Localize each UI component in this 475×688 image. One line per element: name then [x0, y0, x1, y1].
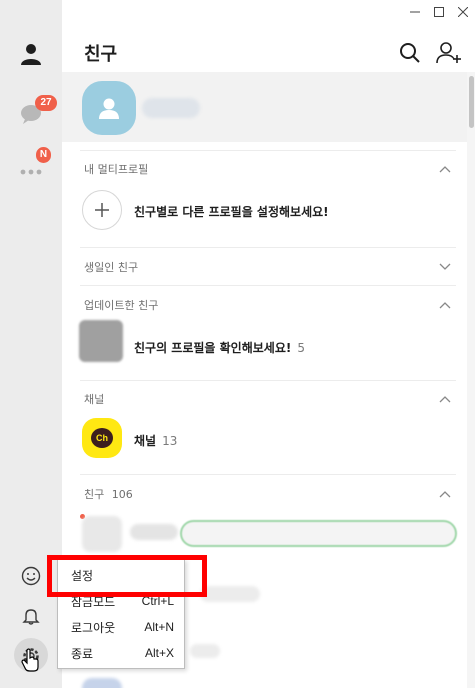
menu-item-exit[interactable]: 종료 Alt+X	[58, 640, 184, 666]
chevron-up-icon[interactable]	[439, 395, 451, 403]
chevron-up-icon[interactable]	[439, 165, 451, 173]
friends-count: 106	[111, 488, 133, 501]
smile-icon	[21, 566, 41, 586]
friends-title: 친구	[84, 488, 105, 501]
friend-name-blurred	[130, 524, 178, 540]
add-multi-profile-button[interactable]	[82, 190, 122, 230]
close-button[interactable]	[451, 2, 475, 22]
emoticon-button[interactable]	[11, 556, 51, 596]
channel-logo: Ch	[91, 428, 113, 448]
add-friend-button[interactable]	[436, 40, 462, 66]
chevron-up-icon[interactable]	[439, 490, 451, 498]
friend-status-pill	[180, 520, 457, 547]
channel-row-count: 13	[162, 434, 178, 448]
chevron-up-icon[interactable]	[439, 301, 451, 309]
updated-row-count: 5	[297, 341, 305, 355]
menu-item-label: 로그아웃	[71, 620, 116, 635]
bell-icon	[22, 609, 40, 625]
window-controls	[403, 2, 475, 22]
multi-profile-row-text[interactable]: 친구별로 다른 프로필을 설정해보세요!	[134, 203, 329, 220]
friends-tab[interactable]	[11, 34, 51, 74]
scroll-thumb[interactable]	[469, 76, 474, 128]
channel-row[interactable]: 채널 13	[134, 432, 177, 449]
minimize-button[interactable]	[403, 2, 427, 22]
section-title-multi-profile: 내 멀티프로필	[84, 163, 149, 176]
updated-row-text: 친구의 프로필을 확인해보세요!	[134, 341, 292, 355]
channel-icon: Ch	[82, 418, 122, 458]
friend-row-blurred[interactable]	[190, 644, 220, 658]
divider	[80, 380, 456, 381]
menu-item-label: 종료	[71, 646, 94, 661]
divider	[80, 474, 456, 475]
menu-item-logout[interactable]: 로그아웃 Alt+N	[58, 614, 184, 640]
maximize-button[interactable]	[427, 2, 451, 22]
chats-badge: 27	[35, 95, 57, 111]
channel-row-text: 채널	[134, 434, 157, 448]
my-avatar	[82, 81, 136, 135]
updated-friends-row[interactable]: 친구의 프로필을 확인해보세요! 5	[134, 339, 305, 356]
chats-tab[interactable]: 27	[11, 94, 57, 134]
add-person-icon	[436, 42, 461, 64]
maximize-icon	[434, 7, 444, 17]
section-title-channel: 채널	[84, 393, 105, 406]
highlight-annotation	[47, 555, 207, 597]
updated-friend-avatar	[79, 320, 123, 362]
plus-icon	[95, 203, 109, 217]
section-title-friends: 친구 106	[84, 486, 133, 502]
friend-row-blurred[interactable]	[200, 586, 260, 602]
person-icon	[21, 44, 41, 65]
close-icon	[458, 7, 468, 17]
kakaotalk-window: 27 N 친구 내 멀티프로필 친구별로 다른 프로필을 설정해보세요! 생일인…	[0, 0, 475, 688]
default-avatar-icon	[99, 98, 119, 119]
scrollbar[interactable]	[467, 72, 475, 688]
divider	[80, 247, 456, 248]
friend-avatar-blurred	[82, 516, 122, 552]
more-badge: N	[36, 147, 51, 163]
hand-cursor-icon	[21, 648, 39, 672]
section-title-updated: 업데이트한 친구	[84, 299, 159, 312]
divider	[80, 150, 456, 151]
notification-button[interactable]	[11, 596, 51, 636]
minimize-icon	[410, 11, 420, 13]
my-profile-row[interactable]	[62, 72, 467, 142]
chevron-down-icon[interactable]	[439, 263, 451, 271]
search-button[interactable]	[397, 40, 423, 66]
page-title: 친구	[84, 44, 118, 65]
my-name-blurred	[142, 98, 200, 118]
menu-item-shortcut: Alt+X	[144, 646, 174, 660]
divider	[80, 285, 456, 286]
more-tab[interactable]: N	[11, 146, 51, 186]
settings-button[interactable]	[11, 636, 51, 676]
search-icon	[400, 43, 420, 63]
menu-item-shortcut: Alt+N	[144, 620, 174, 634]
friend-avatar-blurred	[82, 678, 122, 688]
section-title-birthday: 생일인 친구	[84, 261, 139, 274]
